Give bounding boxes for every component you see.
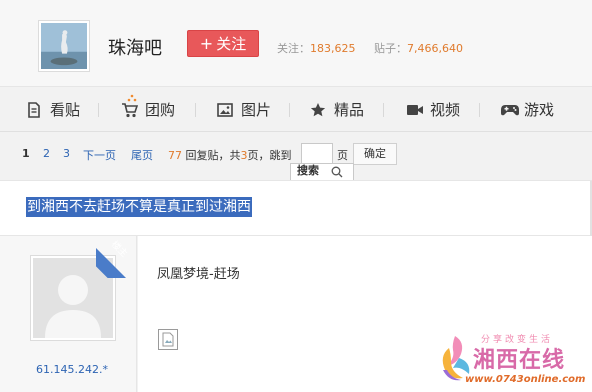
posts-label: 贴子： — [374, 42, 407, 55]
image-icon — [217, 103, 233, 117]
nav-label-groupbuy: 团购 — [145, 101, 176, 119]
search-tooltip-label: 搜索 — [297, 164, 319, 177]
posts-count: 7,466,640 — [407, 42, 463, 55]
page-current: 1 — [22, 147, 30, 160]
jump-page-input[interactable] — [301, 143, 333, 165]
badge-label: 楼主 — [109, 239, 129, 260]
nav-label-posts: 看贴 — [50, 101, 81, 119]
thread-starter-badge: 楼主 — [96, 236, 138, 278]
page-total: 3 — [240, 149, 248, 162]
forum-nav: 看贴 团购 图片 精品 视频 游戏 — [0, 86, 592, 132]
last-page-link[interactable]: 尾页 — [131, 147, 153, 163]
nav-divider — [383, 103, 384, 117]
author-ip[interactable]: 61.145.242.* — [36, 363, 108, 376]
nav-label-featured: 精品 — [334, 101, 365, 119]
gamepad-icon — [501, 105, 519, 116]
next-page-link[interactable]: 下一页 — [83, 147, 116, 163]
nav-divider — [289, 103, 290, 117]
jump-page-unit: 页 — [337, 149, 348, 162]
site-watermark: 分享改变生活 湘西在线 www.0743online.com — [433, 328, 592, 392]
search-tooltip[interactable]: 搜索 — [290, 163, 354, 181]
followers-stat: 关注：183,625 — [277, 40, 356, 56]
video-icon — [407, 105, 423, 115]
follow-label: 关注 — [216, 35, 247, 53]
page-link-2[interactable]: 2 — [43, 147, 50, 160]
reply-summary-text: 回复贴，共 — [185, 149, 241, 162]
watermark-site-name: 湘西在线 — [473, 348, 566, 373]
reply-count: 77 — [168, 149, 182, 162]
broken-image-icon[interactable] — [158, 329, 178, 350]
followers-count: 183,625 — [310, 42, 356, 55]
plus-icon: + — [199, 34, 214, 53]
reply-summary: 77 回复贴，共3页，跳到 — [168, 147, 292, 163]
hot-dots-icon — [127, 94, 137, 102]
nav-label-images: 图片 — [241, 101, 272, 119]
watermark-url: www.0743online.com — [465, 374, 586, 385]
nav-divider — [195, 103, 196, 117]
jump-confirm-button[interactable]: 确定 — [353, 143, 397, 165]
bar-name[interactable]: 珠海吧 — [108, 34, 162, 60]
thread-title[interactable]: 到湘西不去赶场不算是真正到过湘西 — [26, 197, 252, 217]
image-placeholder-icon — [162, 332, 174, 347]
cart-icon — [122, 103, 138, 118]
post-text: 凤凰梦境-赶场 — [157, 267, 240, 282]
nav-divider — [98, 103, 99, 117]
followers-label: 关注： — [277, 42, 310, 55]
posts-stat: 贴子：7,466,640 — [374, 40, 463, 56]
bar-logo-image — [41, 23, 87, 69]
bar-logo[interactable] — [38, 20, 90, 72]
nav-divider — [479, 103, 480, 117]
page-link-3[interactable]: 3 — [63, 147, 70, 160]
document-icon — [28, 102, 40, 118]
nav-label-games: 游戏 — [524, 101, 555, 119]
follow-button[interactable]: + 关注 — [187, 30, 259, 57]
thread-title-bar: 到湘西不去赶场不算是真正到过湘西 — [0, 180, 592, 237]
forum-header: 珠海吧 + 关注 关注：183,625 贴子：7,466,640 — [0, 0, 592, 86]
search-icon — [331, 166, 343, 178]
jump-label: 页，跳到 — [247, 149, 292, 162]
star-icon — [310, 103, 326, 117]
nav-label-video: 视频 — [430, 101, 461, 119]
